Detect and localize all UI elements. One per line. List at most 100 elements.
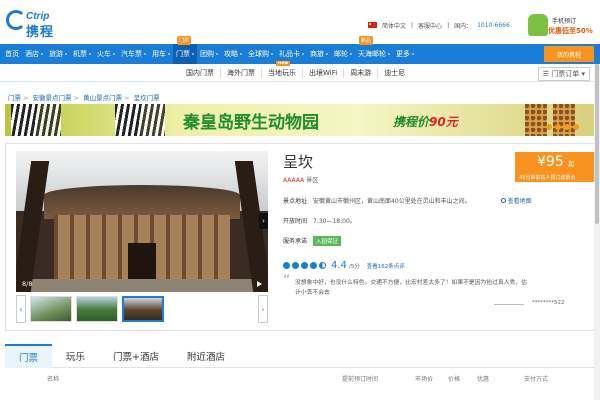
nav-item-home[interactable]: 首页 — [2, 44, 22, 64]
pager-dot[interactable] — [564, 124, 570, 130]
nav-item-train[interactable]: 火车 — [94, 44, 118, 64]
hours-row: 开放时间 7:30—18:00。 — [283, 218, 356, 225]
column-header: 市场价 — [415, 376, 434, 383]
subnav-wifi[interactable]: 出境WiFi — [302, 68, 343, 78]
column-header: 提前预订时间 — [342, 376, 379, 383]
scrollbar-thumb[interactable] — [595, 64, 599, 224]
ticket-orders-button[interactable]: ☰ 门票订单 ▾ — [537, 67, 590, 81]
pager-dot[interactable] — [555, 124, 561, 130]
nav-item-cruise[interactable]: 邮轮 — [331, 44, 355, 64]
price-note: 45分钟前有人预订该景点 — [519, 175, 576, 181]
banner-price: 携程价90元 — [393, 115, 458, 129]
sub-nav: 国内门票 海外门票 new 当地玩乐 出境WiFi 周末游 迪士尼 ☰ 门票订单 … — [0, 61, 600, 82]
column-header: 名称 — [47, 376, 60, 383]
ctrip-logo[interactable]: Ctrip 携程 — [6, 8, 68, 40]
rating-circle-icon — [310, 262, 317, 269]
promo-line-1: 手机预订 — [552, 18, 577, 25]
giraffe-image — [553, 104, 575, 136]
language-selector[interactable]: 简体中文 — [382, 21, 406, 30]
nav-badge: 门票 — [177, 36, 192, 45]
column-header: 优惠 — [477, 376, 490, 383]
rating-score: 4.4 — [331, 260, 347, 271]
service-row: 服务承诺 入园保证 — [283, 236, 342, 246]
price-box[interactable]: ¥95 起 45分钟前有人预订该景点 — [515, 152, 595, 182]
price-value: ¥95 起 — [537, 154, 575, 170]
nav-item-hotel[interactable]: 酒店 — [22, 44, 46, 64]
rating-half-circle-icon — [319, 262, 326, 269]
new-badge: new — [276, 61, 291, 66]
tab-activities[interactable]: 玩乐 — [52, 344, 99, 368]
subnav-overseas-tickets[interactable]: 海外门票 — [220, 68, 261, 78]
subnav-weekend[interactable]: 周末游 — [343, 68, 377, 78]
column-header: 价格 — [448, 376, 461, 383]
tab-ticket-hotel[interactable]: 门票+酒店 — [99, 344, 173, 368]
subnav-disney[interactable]: 迪士尼 — [377, 68, 411, 78]
thumbnail[interactable] — [76, 296, 118, 322]
photo-counter: 8/8 — [22, 280, 33, 288]
subnav-domestic-tickets[interactable]: 国内门票 — [180, 68, 220, 78]
play-icon[interactable] — [257, 281, 262, 287]
help-center-link[interactable]: 客服中心 — [418, 21, 442, 30]
nav-item-tianhai-cruise[interactable]: 新品 天海邮轮 — [355, 36, 393, 64]
breadcrumb-item[interactable]: 呈坎门票 — [134, 94, 160, 102]
thumbnail[interactable] — [30, 296, 72, 322]
rating-circle-icon — [283, 262, 290, 269]
zebra-image — [115, 104, 141, 136]
reviews-link[interactable]: 查看162条点评 — [367, 262, 405, 270]
top-links: 简体中文 | 客服中心 | 国内： 1010-6666 — [368, 20, 510, 30]
nav-item-global-shop[interactable]: 全球购 — [245, 44, 276, 64]
zebra-image — [139, 104, 165, 136]
thumb-next-icon[interactable]: › — [258, 295, 268, 323]
tab-tickets[interactable]: 门票 — [5, 344, 53, 368]
phone-number[interactable]: 1010-6666 — [477, 22, 510, 29]
rating-circle-icon — [292, 262, 299, 269]
map-pin-icon — [500, 198, 506, 203]
breadcrumb-item[interactable]: 黄山景点门票 — [83, 94, 122, 102]
nav-item-more[interactable]: 更多 — [393, 44, 417, 64]
nav-item-bus[interactable]: 汽车票 — [118, 44, 149, 64]
nav-item-guides[interactable]: 攻略 — [221, 44, 245, 64]
service-tag[interactable]: 入园保证 — [313, 236, 342, 246]
nav-item-car[interactable]: 用车 — [149, 44, 173, 64]
nav-item-tickets[interactable]: 门票 门票 — [173, 36, 197, 64]
pager-dot[interactable] — [573, 124, 579, 130]
column-header: 支付方式 — [524, 376, 549, 383]
nav-item-flights[interactable]: 机票 — [70, 44, 94, 64]
nav-item-groupbuy[interactable]: 团购 — [197, 44, 221, 64]
promo-banner[interactable]: 秦皇岛野生动物园 携程价90元 — [5, 104, 595, 136]
ticket-table-header: 名称 提前预订时间 市场价 价格 优惠 支付方式 — [5, 369, 595, 385]
rating-circle-icon — [301, 262, 308, 269]
app-promo[interactable]: 手机预订 优惠低至50% — [528, 14, 593, 40]
separator: | — [447, 21, 450, 29]
nav-item-travel[interactable]: 旅游 — [46, 44, 70, 64]
logo-text-cn: 携程 — [26, 25, 55, 40]
main-nav: 首页 酒店 旅游 机票 火车 汽车票 用车 门票 门票 团购 攻略 全球购 礼品卡… — [0, 36, 600, 64]
quote-icon: “ — [283, 273, 291, 289]
scrollbar[interactable] — [594, 64, 600, 400]
separator: | — [411, 21, 414, 29]
top-bar: Ctrip 携程 简体中文 | 客服中心 | 国内： 1010-6666 手机预… — [0, 0, 600, 44]
logo-swirl-icon — [6, 10, 26, 30]
subnav-local-fun[interactable]: new 当地玩乐 — [261, 61, 302, 78]
rating: 4.4 /5分 查看162条点评 — [283, 260, 405, 271]
pager-dot[interactable] — [546, 124, 552, 130]
thumbnail-selected[interactable] — [122, 296, 164, 322]
nav-item-business[interactable]: 商旅 — [307, 44, 331, 64]
tab-nearby-hotels[interactable]: 附近酒店 — [173, 344, 239, 368]
attraction-photo[interactable]: 8/8 › — [16, 151, 268, 292]
my-ctrip-button[interactable]: 我的携程 — [544, 46, 594, 62]
reviewer-name: ********522 — [494, 300, 565, 306]
giraffe-image — [525, 104, 547, 136]
review-quote: “ 没想象中好，也没什么特色，交通不方便，比宏村差太多了！如果不是因为抬过真人秀… — [283, 273, 527, 296]
banner-pager[interactable] — [546, 124, 579, 130]
china-flag-icon — [368, 22, 377, 28]
mascot-icon — [528, 14, 548, 36]
phone-label: 国内： — [454, 22, 473, 30]
zebra-image — [11, 104, 37, 136]
breadcrumb-item[interactable]: 安徽景点门票 — [33, 94, 72, 102]
next-photo-icon[interactable]: › — [259, 213, 268, 229]
photo-thumbnails: ‹ › — [16, 295, 268, 323]
thumb-prev-icon[interactable]: ‹ — [16, 295, 26, 323]
breadcrumb-item[interactable]: 门票 — [8, 94, 21, 102]
view-map-link[interactable]: 查看地图 — [500, 198, 532, 205]
